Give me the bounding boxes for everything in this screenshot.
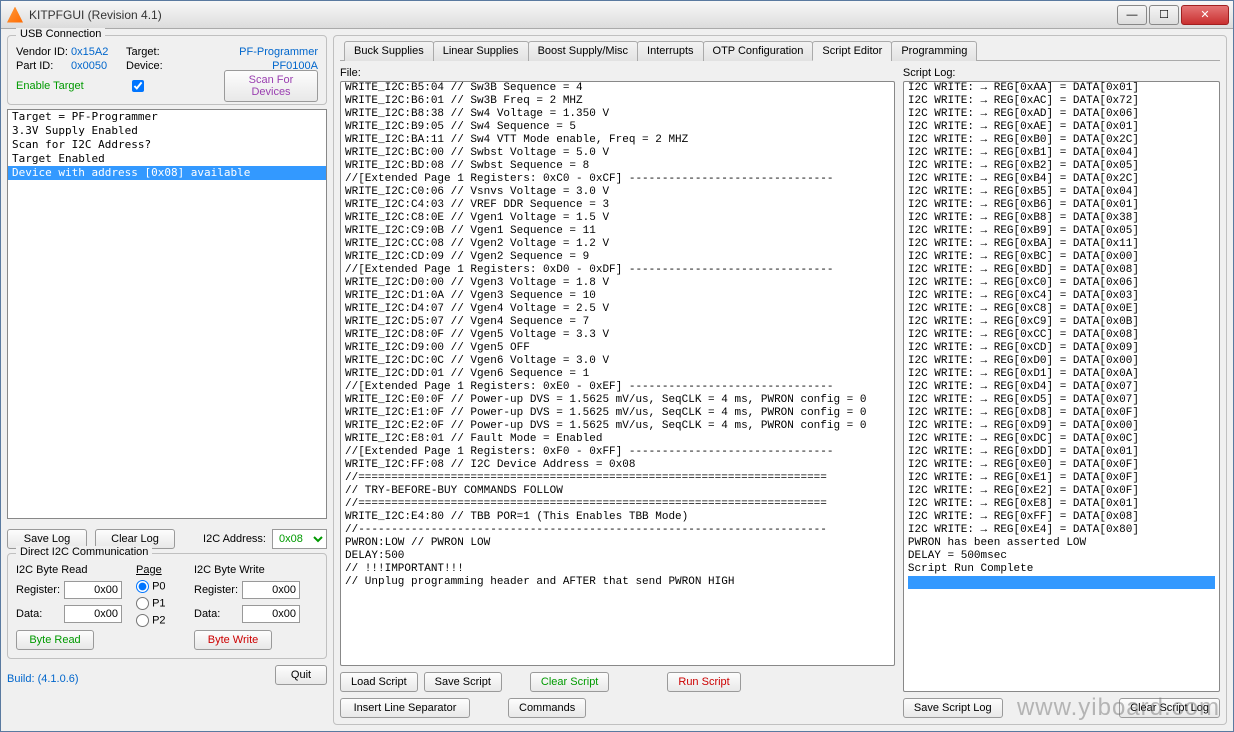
tab-script-editor[interactable]: Script Editor <box>812 41 892 61</box>
close-button[interactable]: ✕ <box>1181 5 1229 25</box>
i2c-addr-select[interactable]: 0x08 <box>272 529 327 549</box>
tab-otp-configuration[interactable]: OTP Configuration <box>703 41 814 61</box>
target-value[interactable]: PF-Programmer <box>171 46 318 58</box>
quit-button[interactable]: Quit <box>275 665 327 685</box>
page-p2-radio[interactable]: P2 <box>136 614 184 627</box>
tab-interrupts[interactable]: Interrupts <box>637 41 703 61</box>
target-log-list[interactable]: Target = PF-Programmer3.3V Supply Enable… <box>7 109 327 519</box>
direct-group-title: Direct I2C Communication <box>16 546 152 558</box>
tabs: Buck SuppliesLinear SuppliesBoost Supply… <box>340 40 1220 61</box>
run-script-button[interactable]: Run Script <box>667 672 740 692</box>
direct-i2c-group: Direct I2C Communication I2C Byte Read R… <box>7 553 327 659</box>
commands-button[interactable]: Commands <box>508 698 586 718</box>
maximize-button[interactable]: ☐ <box>1149 5 1179 25</box>
page-label: Page <box>136 564 184 576</box>
tab-buck-supplies[interactable]: Buck Supplies <box>344 41 434 61</box>
data-r-label: Data: <box>16 608 60 620</box>
script-log-textbox[interactable]: I2C WRITE: → REG[0xAA] = DATA[0x01]I2C W… <box>903 81 1220 692</box>
save-script-log-button[interactable]: Save Script Log <box>903 698 1003 718</box>
reg-r-label: Register: <box>16 584 60 596</box>
page-p1-radio[interactable]: P1 <box>136 597 184 610</box>
device-label: Device: <box>126 60 171 72</box>
target-log-item[interactable]: Target = PF-Programmer <box>8 110 326 124</box>
part-id-value[interactable]: 0x0050 <box>71 60 126 72</box>
insert-separator-button[interactable]: Insert Line Separator <box>340 698 470 718</box>
tab-linear-supplies[interactable]: Linear Supplies <box>433 41 529 61</box>
script-editor-textbox[interactable]: WRITE_I2C:B5:04 // Sw3B Sequence = 4 WRI… <box>340 81 895 666</box>
byte-write-button[interactable]: Byte Write <box>194 630 272 650</box>
target-log-item[interactable]: Target Enabled <box>8 152 326 166</box>
reg-w-label: Register: <box>194 584 238 596</box>
scan-devices-button[interactable]: Scan For Devices <box>224 70 318 102</box>
target-log-item[interactable]: Device with address [0x08] available <box>8 166 326 180</box>
file-label: File: <box>340 67 895 79</box>
main-window: KITPFGUI (Revision 4.1) — ☐ ✕ USB Connec… <box>0 0 1234 732</box>
vendor-id-label: Vendor ID: <box>16 46 71 58</box>
i2c-write-label: I2C Byte Write <box>194 564 304 576</box>
data-read-input[interactable] <box>64 605 122 623</box>
part-id-label: Part ID: <box>16 60 71 72</box>
app-icon <box>7 7 23 23</box>
usb-connection-group: USB Connection Vendor ID: 0x15A2 Target:… <box>7 35 327 105</box>
reg-write-input[interactable] <box>242 581 300 599</box>
i2c-read-label: I2C Byte Read <box>16 564 126 576</box>
window-title: KITPFGUI (Revision 4.1) <box>29 8 1115 22</box>
target-label: Target: <box>126 46 171 58</box>
data-write-input[interactable] <box>242 605 300 623</box>
usb-group-title: USB Connection <box>16 28 105 40</box>
script-log-label: Script Log: <box>903 67 1220 79</box>
tab-programming[interactable]: Programming <box>891 41 977 61</box>
save-script-button[interactable]: Save Script <box>424 672 502 692</box>
enable-target-checkbox[interactable] <box>132 80 144 92</box>
build-label: Build: (4.1.0.6) <box>7 673 79 685</box>
i2c-addr-label: I2C Address: <box>203 533 266 545</box>
vendor-id-value[interactable]: 0x15A2 <box>71 46 126 58</box>
clear-script-button[interactable]: Clear Script <box>530 672 609 692</box>
tab-boost-supply-misc[interactable]: Boost Supply/Misc <box>528 41 638 61</box>
clear-script-log-button[interactable]: Clear Script Log <box>1119 698 1220 718</box>
byte-read-button[interactable]: Byte Read <box>16 630 94 650</box>
enable-target-link[interactable]: Enable Target <box>16 80 84 92</box>
load-script-button[interactable]: Load Script <box>340 672 418 692</box>
target-log-item[interactable]: Scan for I2C Address? <box>8 138 326 152</box>
data-w-label: Data: <box>194 608 238 620</box>
target-log-item[interactable]: 3.3V Supply Enabled <box>8 124 326 138</box>
titlebar[interactable]: KITPFGUI (Revision 4.1) — ☐ ✕ <box>1 1 1233 29</box>
page-p0-radio[interactable]: P0 <box>136 580 184 593</box>
minimize-button[interactable]: — <box>1117 5 1147 25</box>
reg-read-input[interactable] <box>64 581 122 599</box>
